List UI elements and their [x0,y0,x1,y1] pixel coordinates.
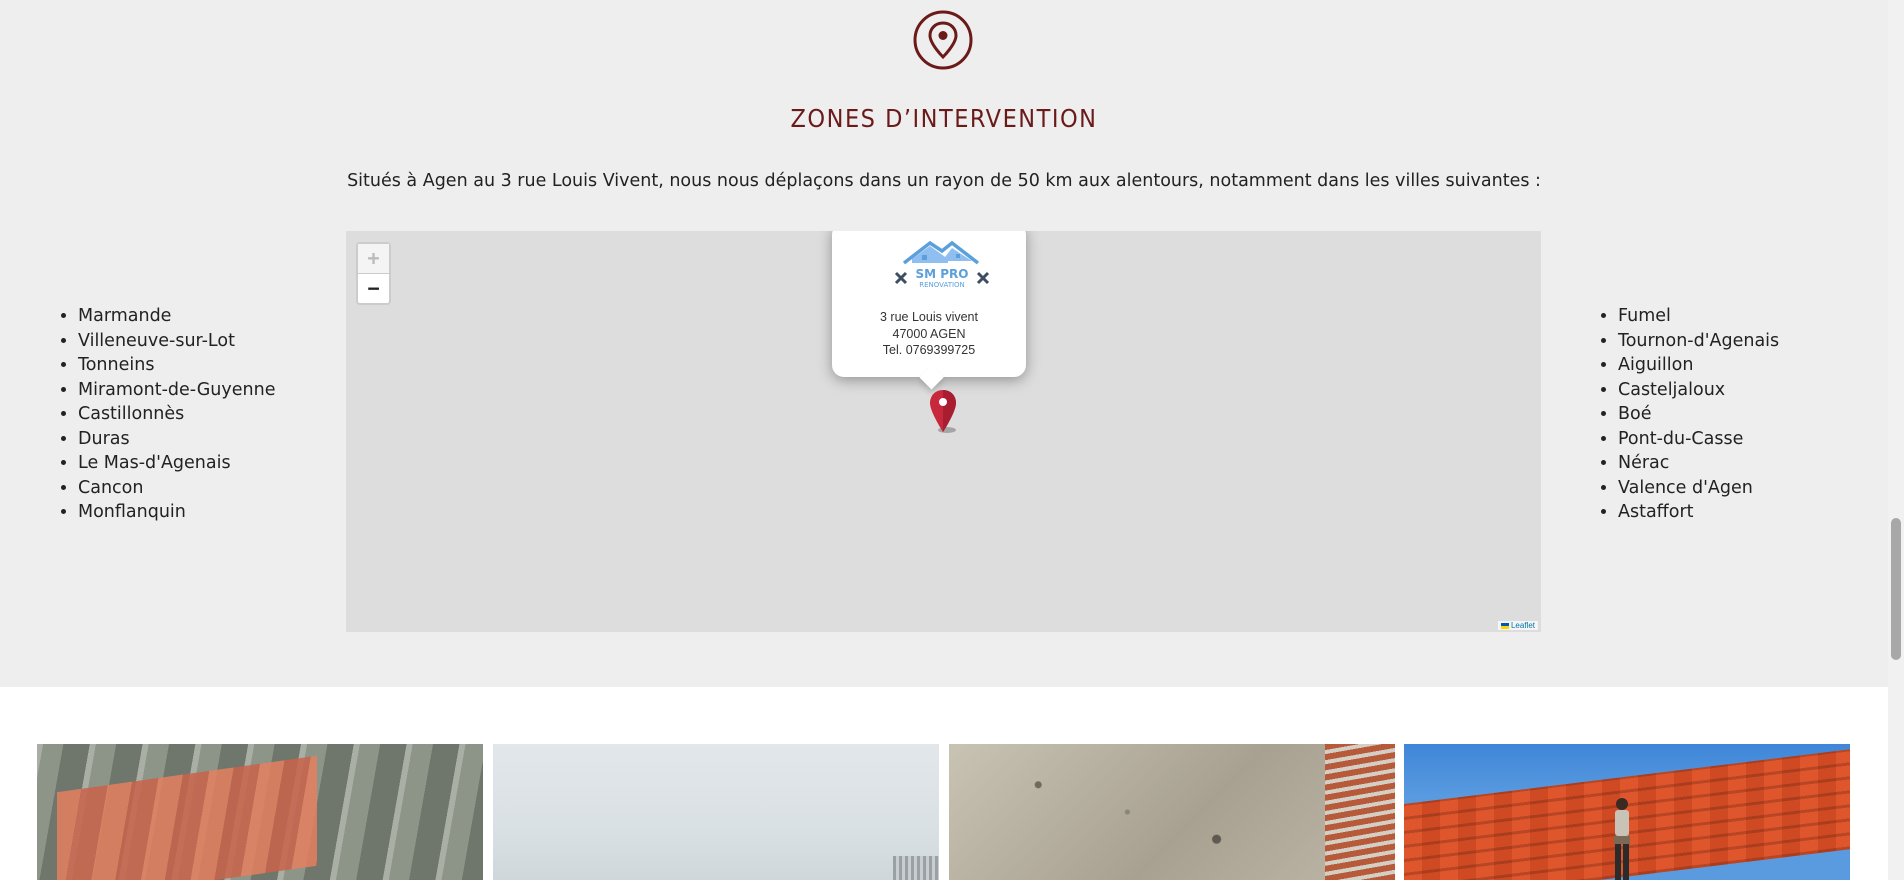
city-item: Astaffort [1618,500,1779,525]
address-line-1: 3 rue Louis vivent [880,310,978,324]
city-item: Marmande [78,304,275,329]
address-line-2: 47000 AGEN [892,326,966,341]
popup-address: 3 rue Louis vivent 47000 AGEN Tel. 07693… [832,309,1026,359]
scrollbar-thumb[interactable] [1891,518,1901,660]
attribution-link[interactable]: Leaflet [1511,621,1535,630]
city-item: Miramont-de-Guyenne [78,378,275,403]
map[interactable]: + − SM PRO RENOVATION 3 rue Louis vivent [346,231,1541,632]
city-item: Cancon [78,476,275,501]
city-item: Nérac [1618,451,1779,476]
city-item: Monflanquin [78,500,275,525]
gallery-photo-1[interactable] [37,744,483,880]
map-attribution[interactable]: Leaflet [1497,621,1538,630]
ukraine-flag-icon [1500,622,1509,629]
logo-text-line1: SM PRO [916,267,969,281]
city-item: Fumel [1618,304,1779,329]
gallery-photo-3[interactable] [949,744,1395,880]
city-item: Villeneuve-sur-Lot [78,329,275,354]
city-item: Duras [78,427,275,452]
city-item: Boé [1618,402,1779,427]
intro-text: Situés à Agen au 3 rue Louis Vivent, nou… [347,171,1541,191]
city-item: Aiguillon [1618,353,1779,378]
brick-layer [1325,744,1395,880]
gallery-photo-2[interactable] [493,744,939,880]
section-title: ZONES D’INTERVENTION [790,104,1098,133]
popup-tip [919,365,944,390]
roof-tiles-layer [57,755,317,880]
zoom-control: + − [356,242,391,305]
map-marker-icon[interactable] [928,389,958,434]
page-scrollbar[interactable] [1888,0,1904,880]
roofer-figure [1610,796,1634,880]
city-list-left: MarmandeVilleneuve-sur-LotTonneinsMiramo… [58,304,275,525]
company-logo: SM PRO RENOVATION [892,235,992,295]
city-item: Le Mas-d'Agenais [78,451,275,476]
zoom-in-button[interactable]: + [358,244,389,273]
gallery-photo-4[interactable] [1404,744,1850,880]
building-edge [893,856,939,880]
zones-section: ZONES D’INTERVENTION Situés à Agen au 3 … [0,0,1888,687]
city-item: Pont-du-Casse [1618,427,1779,452]
phone-number: Tel. 0769399725 [882,343,976,357]
city-list-right: FumelTournon-d'AgenaisAiguillonCasteljal… [1598,304,1779,525]
map-popup: SM PRO RENOVATION 3 rue Louis vivent 470… [832,231,1026,390]
city-item: Valence d'Agen [1618,476,1779,501]
city-item: Tonneins [78,353,275,378]
location-pin-icon [913,10,973,70]
zoom-out-button[interactable]: − [358,273,389,303]
logo-text-line2: RENOVATION [919,281,965,289]
city-item: Casteljaloux [1618,378,1779,403]
city-item: Castillonnès [78,402,275,427]
city-item: Tournon-d'Agenais [1618,329,1779,354]
